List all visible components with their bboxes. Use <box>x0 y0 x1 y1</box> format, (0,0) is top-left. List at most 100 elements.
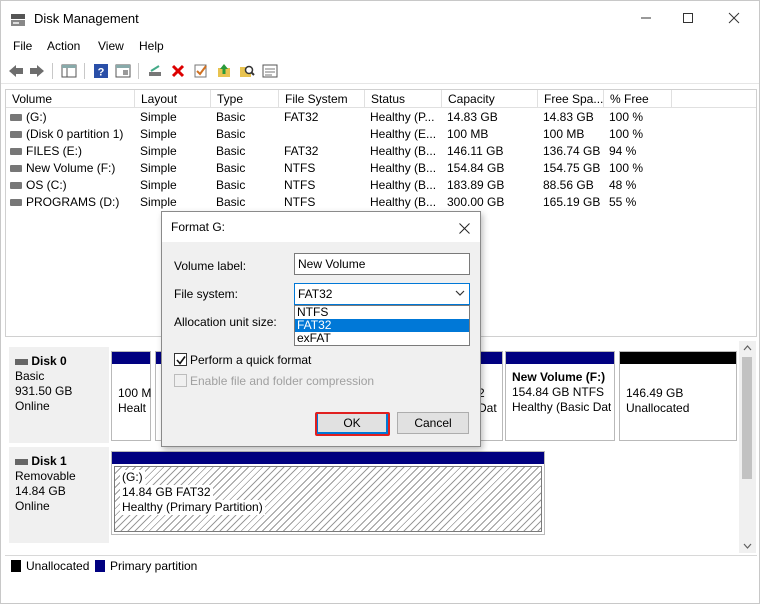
compression-checkbox[interactable] <box>174 374 187 387</box>
disk-0-unallocated-space[interactable]: 146.49 GB Unallocated <box>619 351 737 441</box>
close-window-button[interactable] <box>711 1 757 35</box>
quick-format-checkbox[interactable] <box>174 353 187 366</box>
table-row[interactable]: FILES (E:) Simple Basic FAT32 Healthy (B… <box>6 143 756 160</box>
unallocated-label: Unallocated <box>626 401 690 415</box>
volume-icon <box>10 131 22 138</box>
menu-help[interactable]: Help <box>139 39 164 53</box>
cell-layout: Simple <box>140 178 177 192</box>
connect-virtual-disk-button[interactable] <box>146 62 164 80</box>
cell-file-system: FAT32 <box>284 110 319 124</box>
disk-0-partition-new-volume[interactable]: New Volume (F:) 154.84 GB NTFS Healthy (… <box>505 351 615 441</box>
column-header-capacity[interactable]: Capacity <box>448 92 495 106</box>
maximize-icon <box>683 13 693 23</box>
column-header-type[interactable]: Type <box>217 92 243 106</box>
disk-1-partition-g[interactable]: (G:) 14.84 GB FAT32 Healthy (Primary Par… <box>111 451 545 535</box>
close-icon <box>458 222 470 234</box>
volume-label-input[interactable] <box>294 253 470 275</box>
column-divider[interactable] <box>134 90 135 107</box>
unallocated-swatch <box>11 560 21 572</box>
partition-g-status: Healthy (Primary Partition) <box>120 500 265 515</box>
cell-volume: OS (C:) <box>26 178 67 192</box>
cell-file-system: NTFS <box>284 161 316 175</box>
table-row[interactable]: PROGRAMS (D:) Simple Basic NTFS Healthy … <box>6 194 756 211</box>
primary-partition-bar <box>112 352 150 364</box>
scroll-up-icon[interactable] <box>739 341 756 355</box>
scroll-down-icon[interactable] <box>739 539 756 553</box>
cancel-button[interactable]: Cancel <box>397 412 469 434</box>
back-arrow-icon <box>9 65 23 77</box>
ok-button[interactable]: OK <box>316 412 388 434</box>
maximize-button[interactable] <box>665 1 711 35</box>
minimize-button[interactable] <box>623 1 669 35</box>
menu-action[interactable]: Action <box>47 39 80 53</box>
cell-capacity: 154.84 GB <box>447 161 505 175</box>
list-window-icon <box>262 64 278 78</box>
cell-capacity: 100 MB <box>447 127 489 141</box>
disk-1-name-row: Disk 1 <box>15 454 109 469</box>
cell-type: Basic <box>216 178 246 192</box>
volume-label-label: Volume label: <box>174 259 247 273</box>
menu-view[interactable]: View <box>98 39 124 53</box>
cell-status: Healthy (B... <box>370 144 437 158</box>
file-system-select[interactable]: FAT32 <box>294 283 470 305</box>
column-divider[interactable] <box>278 90 279 107</box>
column-divider[interactable] <box>603 90 604 107</box>
cell-volume: PROGRAMS (D:) <box>26 195 120 209</box>
disk-0-label[interactable]: Disk 0 Basic 931.50 GB Online <box>9 347 109 443</box>
column-header-free-space[interactable]: Free Spa... <box>544 92 603 106</box>
table-row[interactable]: (G:) Simple Basic FAT32 Healthy (P... 14… <box>6 109 756 126</box>
disk-1-size: 14.84 GB <box>15 484 66 498</box>
disk-0-partition-1[interactable]: 100 M Healt <box>111 351 151 441</box>
partition-1-size: 100 M <box>118 386 152 400</box>
disk-0-status: Online <box>15 399 50 413</box>
dialog-close-button[interactable] <box>454 218 474 238</box>
cell-status: Healthy (B... <box>370 195 437 209</box>
primary-partition-bar <box>506 352 614 364</box>
forward-button[interactable] <box>28 62 46 80</box>
column-divider[interactable] <box>210 90 211 107</box>
column-divider[interactable] <box>537 90 538 107</box>
compression-label: Enable file and folder compression <box>190 374 375 388</box>
scrollbar-thumb[interactable] <box>742 357 752 479</box>
folder-up-icon <box>218 64 230 77</box>
back-button[interactable] <box>7 62 25 80</box>
legend-unallocated: Unallocated <box>26 559 90 573</box>
legend-primary-partition: Primary partition <box>110 559 198 573</box>
disk-0-type: Basic <box>15 369 45 383</box>
column-header-file-system[interactable]: File System <box>285 92 348 106</box>
properties-view-button[interactable] <box>114 62 132 80</box>
cell-type: Basic <box>216 144 246 158</box>
disk-1-label[interactable]: Disk 1 Removable 14.84 GB Online <box>9 447 109 543</box>
cell-status: Healthy (B... <box>370 161 437 175</box>
minimize-icon <box>641 17 651 19</box>
search-folder-icon <box>240 65 255 77</box>
check-button[interactable] <box>192 62 210 80</box>
forward-arrow-icon <box>30 65 44 77</box>
graphical-view-scrollbar[interactable] <box>739 341 756 553</box>
table-row[interactable]: New Volume (F:) Simple Basic NTFS Health… <box>6 160 756 177</box>
column-header-percent-free[interactable]: % Free <box>610 92 649 106</box>
delete-button[interactable] <box>169 62 187 80</box>
checkmark-icon <box>175 355 186 365</box>
column-header-status[interactable]: Status <box>371 92 405 106</box>
table-row[interactable]: OS (C:) Simple Basic NTFS Healthy (B... … <box>6 177 756 194</box>
column-header-layout[interactable]: Layout <box>141 92 177 106</box>
up-folder-button[interactable] <box>215 62 233 80</box>
column-header-volume[interactable]: Volume <box>12 92 52 106</box>
menu-bar: File Action View Help <box>1 37 759 57</box>
column-divider[interactable] <box>441 90 442 107</box>
option-exfat[interactable]: exFAT <box>295 332 469 345</box>
cell-free-space: 136.74 GB <box>543 144 601 158</box>
cell-layout: Simple <box>140 127 177 141</box>
column-divider[interactable] <box>364 90 365 107</box>
disk-1-name: Disk 1 <box>31 454 67 468</box>
table-row[interactable]: (Disk 0 partition 1) Simple Basic Health… <box>6 126 756 143</box>
show-hide-console-tree-button[interactable] <box>60 62 78 80</box>
settings-list-button[interactable] <box>261 62 279 80</box>
cell-volume: (G:) <box>26 110 47 124</box>
menu-file[interactable]: File <box>13 39 32 53</box>
search-button[interactable] <box>238 62 256 80</box>
help-button[interactable]: ? <box>92 62 110 80</box>
disk-connect-icon <box>149 65 161 76</box>
column-divider[interactable] <box>671 90 672 107</box>
